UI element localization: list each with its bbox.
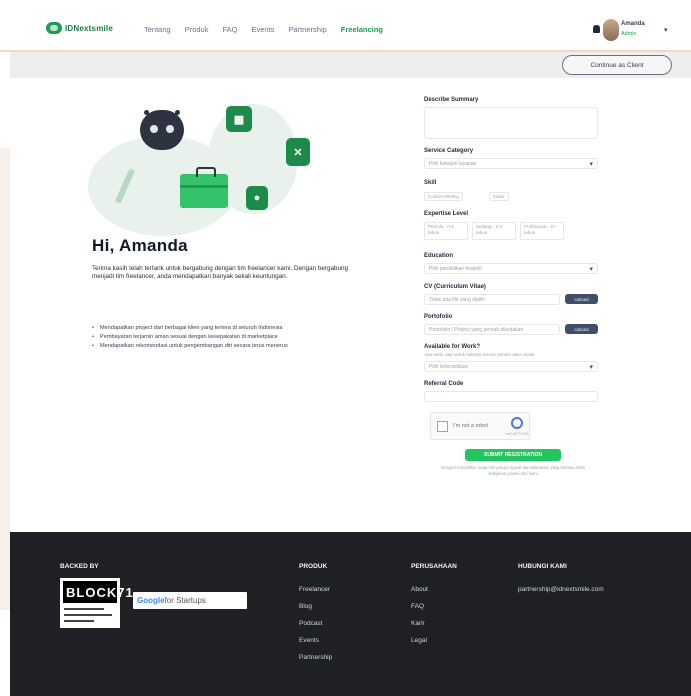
available-label: Available for Work? [424,344,481,350]
footer-link-faq[interactable]: FAQ [411,603,424,610]
benefit-list: Mendapatkan project dari berbagai klien … [92,324,354,351]
cv-upload-button[interactable]: Upload [565,294,598,304]
skill-label: Skill [424,180,437,186]
cv-file-input[interactable]: Tidak ada file yang dipilih [424,294,560,305]
main-nav: Tentang Produk FAQ Events Partnership Fr… [144,25,397,34]
footer-link-blog[interactable]: Blog [299,603,312,610]
recaptcha-widget: I'm not a robot reCAPTCHA [430,412,530,440]
expertise-option[interactable]: Pemula - 0-1 tahun [424,222,468,240]
block71-logo: BLOCK71 [60,578,133,628]
user-name: Amanda [621,21,645,27]
nav-item-produk[interactable]: Produk [185,25,209,34]
list-item: Mendapatkan project dari berbagai klien … [92,324,354,332]
expertise-option[interactable]: Profesional - 5+ tahun [520,222,564,240]
robot-eye-icon [150,125,158,133]
available-value: Pilih ketersediaan [429,363,469,370]
skill-chip[interactable]: Content Writing [424,192,463,201]
category-label: Service Category [424,148,474,154]
captcha-text: I'm not a robot [453,423,488,429]
logo-mark-icon [46,22,62,34]
footer-link-podcast[interactable]: Podcast [299,620,323,627]
nav-item-tentang[interactable]: Tentang [144,25,171,34]
bell-icon[interactable] [593,25,600,33]
chevron-down-icon[interactable]: ▾ [664,26,668,34]
footer-contact-email[interactable]: partnership@idnextsmile.com [518,586,604,593]
nav-item-faq[interactable]: FAQ [222,25,237,34]
cv-label: CV (Curriculum Vitae) [424,284,486,290]
robot-ear-icon [175,110,180,115]
list-item: Pembayaran terjamin aman sesuai dengan k… [92,333,354,341]
expertise-label: Expertise Level [424,211,469,217]
education-label: Education [424,253,454,259]
logo-line [64,620,94,622]
google-for-startups-logo: Google for Startups [133,592,247,609]
robot-icon [140,110,184,150]
category-select[interactable]: Pilih kategori layanan [424,158,598,169]
available-select[interactable]: Pilih ketersediaan [424,361,598,372]
user-role: Admin [621,31,637,37]
nav-item-partnership[interactable]: Partnership [288,25,326,34]
captcha-brand: reCAPTCHA [506,431,529,436]
footer-contact-title: HUBUNGI KAMI [518,563,567,570]
block71-text: BLOCK71 [63,581,133,603]
footer-link-events[interactable]: Events [299,637,319,644]
for-startups-text: for Startups [164,596,206,605]
footer-link-partnership[interactable]: Partnership [299,654,332,661]
brand-logo[interactable]: IDNextsmile [46,22,113,34]
continue-as-client-button[interactable]: Continue as Client [562,55,672,75]
list-item: Mendapatkan rekomendasi untuk pengembang… [92,342,354,350]
portfolio-upload-button[interactable]: Upload [565,324,598,334]
left-edge-panel [0,148,10,610]
cv-value: Tidak ada file yang dipilih [429,296,485,303]
freelancer-illustration: ▦ ✕ ● [88,98,310,236]
footer-products-title: PRODUK [299,563,328,570]
intro-text: Terima kasih telah tertarik untuk bergab… [92,265,348,280]
summary-textarea[interactable] [424,107,598,139]
footer-partner-title: BACKED BY [60,563,99,570]
category-value: Pilih kategori layanan [429,160,477,167]
logo-text: IDNextsmile [65,23,113,33]
footer-company-title: PERUSAHAAN [411,563,457,570]
google-wordmark: Google [137,596,165,605]
nav-item-events[interactable]: Events [251,25,274,34]
shield-icon: ● [246,186,268,210]
skill-chip[interactable]: Editor [489,192,509,201]
footer-link-freelancer[interactable]: Freelancer [299,586,330,593]
footer-link-about[interactable]: About [411,586,428,593]
summary-label: Describe Summary [424,97,479,103]
captcha-checkbox[interactable] [437,421,448,432]
calendar-icon: ▦ [226,106,252,132]
robot-eye-icon [166,125,174,133]
education-value: Pilih pendidikan terakhir [429,265,483,272]
education-select[interactable]: Pilih pendidikan terakhir [424,263,598,274]
logo-line [64,614,112,616]
nav-item-freelancing[interactable]: Freelancing [341,25,383,34]
submit-registration-button[interactable]: SUBMIT REGISTRATION [465,449,561,461]
referral-input[interactable] [424,391,598,402]
portfolio-value: Portofolio / Project yang pernah dikerja… [429,326,524,333]
portfolio-file-input[interactable]: Portofolio / Project yang pernah dikerja… [424,324,560,335]
footer-link-karir[interactable]: Karir [411,620,425,627]
greeting-title: Hi, Amanda [92,236,188,255]
recaptcha-icon [511,417,523,429]
referral-label: Referral Code [424,381,464,387]
portfolio-label: Portofolio [424,314,453,320]
available-hint: Apa anda siap untuk bekerja secara remot… [424,352,535,357]
footer-link-legal[interactable]: Legal [411,637,427,644]
briefcase-icon [180,167,228,208]
avatar[interactable] [603,19,619,41]
terms-text: Dengan mendaftar, anda menyetujui syarat… [441,465,585,476]
robot-ear-icon [144,110,149,115]
tools-icon: ✕ [286,138,310,166]
expertise-option[interactable]: Sedang - 2-4 tahun [472,222,516,240]
logo-line [64,608,104,610]
